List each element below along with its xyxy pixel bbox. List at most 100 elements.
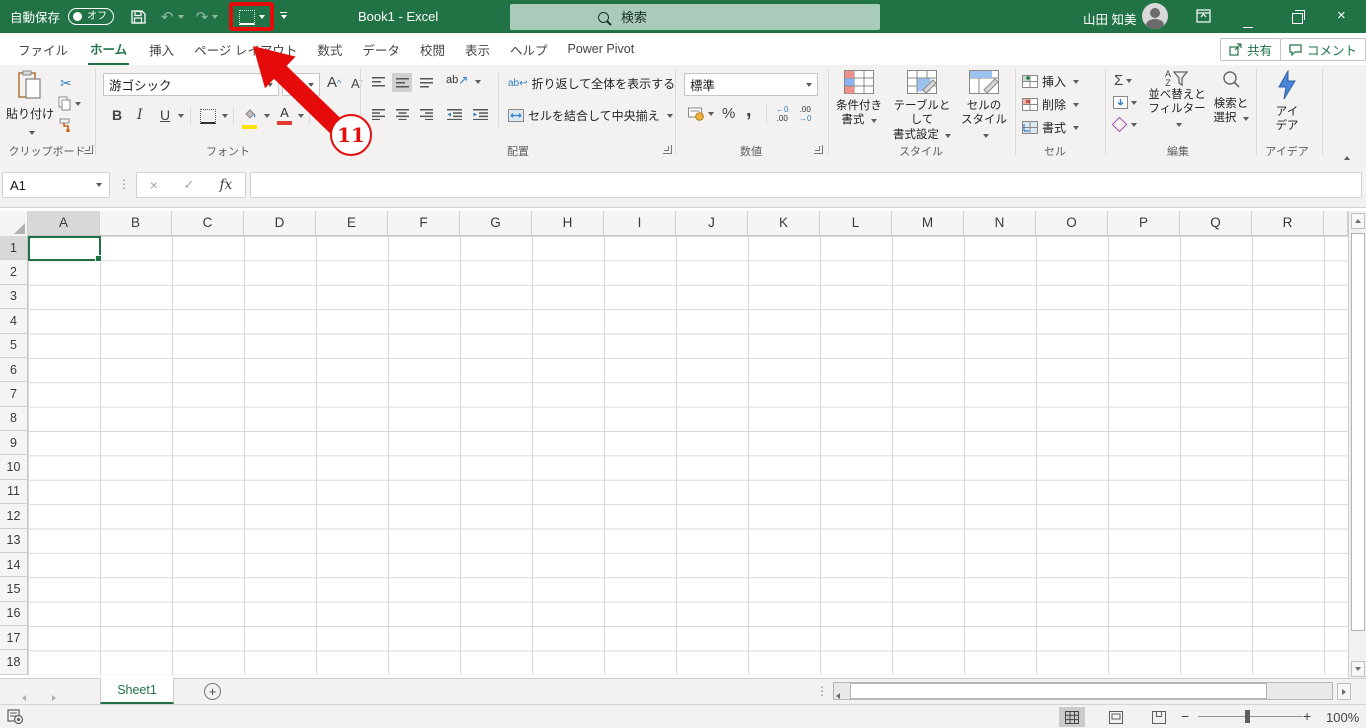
- column-header-B[interactable]: B: [100, 211, 172, 235]
- tab-2[interactable]: 挿入: [139, 33, 184, 65]
- format-as-table-button[interactable]: テーブルとして 書式設定: [890, 70, 954, 142]
- format-cells-button[interactable]: 書式: [1022, 119, 1080, 136]
- font-size-dropdown-icon[interactable]: [308, 82, 314, 87]
- accessibility-status-icon[interactable]: [7, 709, 24, 728]
- autosum-button[interactable]: Σ: [1114, 72, 1133, 89]
- fill-dropdown-icon[interactable]: [1131, 100, 1137, 105]
- grow-font-button[interactable]: A ^: [327, 74, 341, 91]
- undo-button[interactable]: ↶: [161, 8, 174, 26]
- zoom-slider-track[interactable]: [1198, 716, 1303, 717]
- align-left-button[interactable]: [368, 105, 388, 124]
- find-select-dropdown-icon[interactable]: [1242, 117, 1249, 122]
- decrease-decimal-button[interactable]: .00 →0: [799, 105, 811, 124]
- horizontal-scrollbar[interactable]: [833, 682, 1333, 700]
- autosum-dropdown-icon[interactable]: [1126, 78, 1133, 83]
- find-select-button[interactable]: 検索と 選択: [1210, 70, 1252, 126]
- formula-input[interactable]: [250, 172, 1362, 198]
- clear-button[interactable]: [1111, 116, 1137, 133]
- cell-styles-button[interactable]: セルの スタイル: [958, 70, 1010, 142]
- tab-8[interactable]: ヘルプ: [500, 33, 558, 65]
- new-sheet-button[interactable]: +: [204, 683, 221, 700]
- italic-button[interactable]: I: [137, 107, 143, 123]
- tab-7[interactable]: 表示: [455, 33, 500, 65]
- name-box[interactable]: A1: [2, 172, 110, 198]
- formula-bar-splitter[interactable]: ⋮: [118, 177, 130, 191]
- qat-customize-button[interactable]: [280, 12, 287, 20]
- alignment-dialog-launcher[interactable]: [663, 145, 672, 154]
- scroll-right-button[interactable]: [1337, 683, 1351, 700]
- vertical-scroll-thumb[interactable]: [1351, 233, 1365, 631]
- sort-filter-button[interactable]: AZ 並べ替えと フィルター: [1146, 70, 1208, 131]
- row-header-9[interactable]: 9: [0, 431, 27, 456]
- phonetic-button[interactable]: ア: [318, 108, 330, 125]
- conditional-dropdown-icon[interactable]: [870, 119, 877, 124]
- row-header-2[interactable]: 2: [0, 260, 27, 285]
- column-header-Q[interactable]: Q: [1180, 211, 1252, 235]
- row-header-14[interactable]: 14: [0, 553, 27, 578]
- row-header-11[interactable]: 11: [0, 480, 27, 505]
- underline-dropdown-icon[interactable]: [178, 114, 184, 118]
- copy-dropdown-icon[interactable]: [75, 101, 81, 106]
- tab-5[interactable]: データ: [352, 33, 410, 65]
- borders-dropdown-icon[interactable]: [222, 114, 228, 118]
- underline-button[interactable]: U: [160, 107, 170, 123]
- cancel-button[interactable]: ×: [150, 177, 158, 193]
- tab-0[interactable]: ファイル: [8, 33, 78, 65]
- number-format-dropdown-icon[interactable]: [806, 82, 812, 87]
- row-header-10[interactable]: 10: [0, 455, 27, 480]
- name-box-dropdown-icon[interactable]: [96, 183, 102, 187]
- row-header-12[interactable]: 12: [0, 504, 27, 529]
- clipboard-dialog-launcher[interactable]: [84, 145, 93, 154]
- search-bar[interactable]: [510, 4, 880, 30]
- format-dropdown-icon[interactable]: [1073, 125, 1080, 130]
- column-header-R[interactable]: R: [1252, 211, 1324, 235]
- zoom-level[interactable]: 100%: [1326, 710, 1359, 725]
- row-header-15[interactable]: 15: [0, 577, 27, 602]
- zoom-out-button[interactable]: −: [1181, 708, 1189, 724]
- column-header-N[interactable]: N: [964, 211, 1036, 235]
- zoom-in-button[interactable]: +: [1303, 708, 1311, 724]
- tab-bar-splitter[interactable]: ⋮: [816, 684, 828, 698]
- paste-button[interactable]: 貼り付け: [6, 70, 54, 140]
- align-middle-button[interactable]: [392, 73, 412, 92]
- copy-button[interactable]: [58, 96, 81, 111]
- minimize-button[interactable]: [1243, 15, 1253, 33]
- align-top-button[interactable]: [368, 73, 388, 92]
- page-layout-view-button[interactable]: [1103, 707, 1129, 727]
- insert-dropdown-icon[interactable]: [1073, 79, 1080, 84]
- row-header-13[interactable]: 13: [0, 529, 27, 553]
- font-name-dropdown-icon[interactable]: [267, 82, 273, 87]
- orientation-button[interactable]: ab ↗: [446, 73, 468, 87]
- column-header-A[interactable]: A: [28, 211, 100, 235]
- row-header-17[interactable]: 17: [0, 626, 27, 651]
- row-header-7[interactable]: 7: [0, 382, 27, 407]
- comma-style-button[interactable]: ,: [746, 99, 752, 122]
- paste-dropdown-icon[interactable]: [28, 131, 35, 135]
- scroll-up-button[interactable]: [1351, 213, 1365, 229]
- restore-button[interactable]: [1292, 10, 1305, 29]
- fill-handle[interactable]: [95, 255, 102, 262]
- fill-color-button[interactable]: [242, 106, 257, 129]
- accounting-dropdown-icon[interactable]: [708, 112, 714, 116]
- column-header-C[interactable]: C: [172, 211, 244, 235]
- increase-decimal-button[interactable]: ←0.00: [776, 105, 788, 124]
- column-header-F[interactable]: F: [388, 211, 460, 235]
- enter-button[interactable]: ✓: [183, 177, 194, 193]
- column-header-I[interactable]: I: [604, 211, 676, 235]
- redo-dropdown-icon[interactable]: [212, 14, 219, 19]
- conditional-formatting-button[interactable]: 条件付き 書式: [832, 70, 886, 128]
- tab-6[interactable]: 校閲: [410, 33, 455, 65]
- row-header-16[interactable]: 16: [0, 602, 27, 626]
- tab-4[interactable]: 数式: [307, 33, 352, 65]
- zoom-slider-thumb[interactable]: [1245, 710, 1250, 723]
- orientation-dropdown-icon[interactable]: [475, 80, 481, 84]
- ideas-button[interactable]: アイ デア: [1264, 69, 1310, 134]
- comments-button[interactable]: コメント: [1280, 38, 1366, 61]
- search-input[interactable]: [619, 8, 823, 26]
- avatar[interactable]: [1142, 3, 1168, 29]
- column-header-partial[interactable]: [1324, 211, 1348, 235]
- active-cell-A1[interactable]: [28, 236, 102, 262]
- cut-button[interactable]: ✂: [60, 75, 72, 92]
- column-header-L[interactable]: L: [820, 211, 892, 235]
- align-right-button[interactable]: [416, 105, 436, 124]
